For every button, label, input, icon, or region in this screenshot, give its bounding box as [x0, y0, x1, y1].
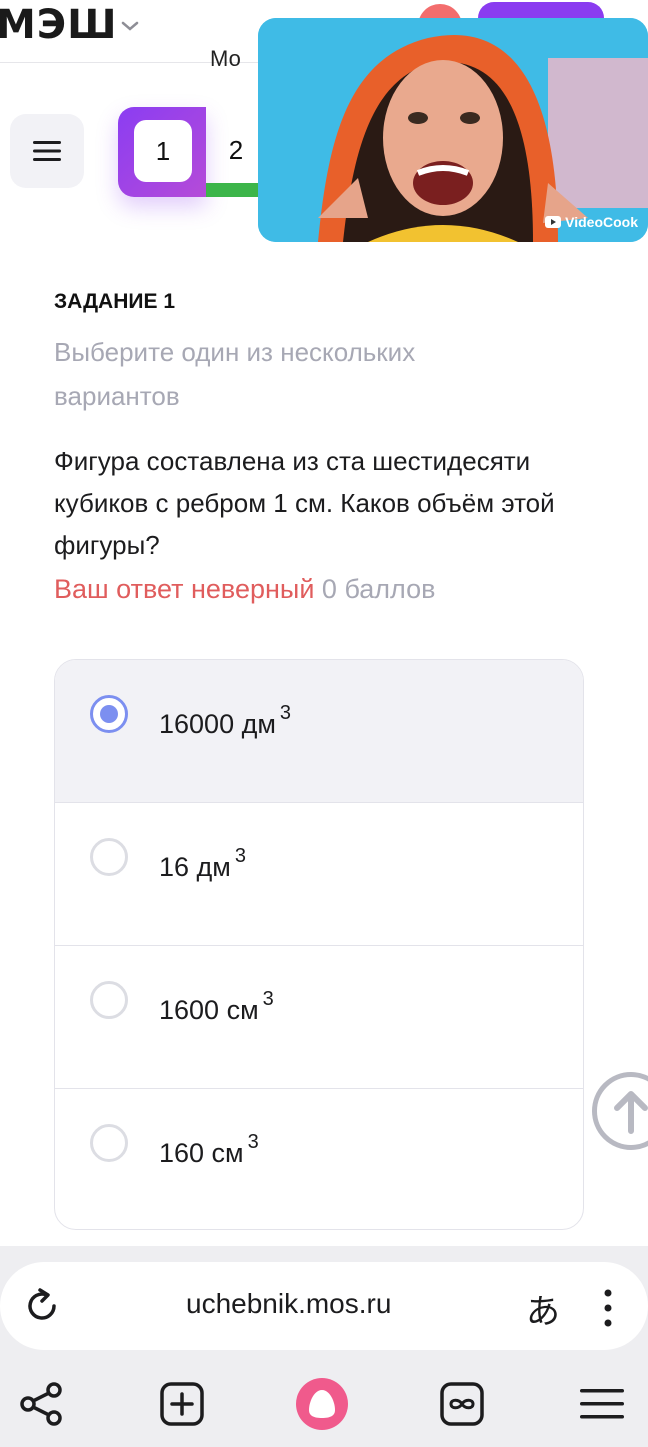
- app-logo[interactable]: МЭШ: [0, 2, 118, 48]
- answer-option-label: 1600 см 3: [159, 988, 274, 1025]
- tabs-icon[interactable]: [438, 1380, 486, 1428]
- radio-unselected[interactable]: [90, 838, 128, 876]
- arrow-up-icon: [614, 1091, 648, 1134]
- radio-selected[interactable]: [90, 695, 128, 733]
- video-frame-image: [258, 18, 648, 242]
- translate-icon[interactable]: あ: [526, 1284, 560, 1333]
- answer-option-label: 16000 дм 3: [159, 702, 292, 739]
- video-overlay[interactable]: VideoCook: [258, 18, 648, 242]
- result-score: 0 баллов: [321, 574, 436, 604]
- more-vertical-icon[interactable]: [598, 1288, 618, 1328]
- question-text: Фигура составлена из ста шестидесяти куб…: [54, 446, 555, 560]
- task-hint: Выберите один из нескольких вариантов: [54, 337, 416, 411]
- answer-option[interactable]: 160 см 3: [55, 1089, 583, 1229]
- answer-option[interactable]: 16000 дм 3: [55, 660, 583, 803]
- task-tab-2-status-bar: [206, 183, 266, 197]
- task-tab-1[interactable]: 1: [134, 120, 192, 182]
- browser-bottom-nav: [0, 1370, 648, 1440]
- header-subtitle: Мо: [210, 46, 241, 68]
- result-status: Ваш ответ неверный: [54, 574, 315, 604]
- play-icon: [545, 216, 562, 228]
- answer-option[interactable]: 16 дм 3: [55, 803, 583, 946]
- answer-options: 16000 дм 3 16 дм 3 1600 см 3 160 см 3: [54, 659, 584, 1230]
- answer-option-label: 16 дм 3: [159, 845, 246, 882]
- hamburger-icon: [33, 141, 61, 161]
- task-label: ЗАДАНИЕ 1: [54, 290, 176, 313]
- video-source-label: VideoCook: [545, 214, 638, 230]
- chevron-down-icon[interactable]: [118, 14, 142, 38]
- alice-assistant-icon[interactable]: [294, 1376, 350, 1432]
- share-icon[interactable]: [18, 1380, 66, 1428]
- radio-unselected[interactable]: [90, 981, 128, 1019]
- answer-option-label: 160 см 3: [159, 1131, 259, 1168]
- radio-unselected[interactable]: [90, 1124, 128, 1162]
- url-text[interactable]: uchebnik.mos.ru: [186, 1288, 391, 1320]
- answer-option[interactable]: 1600 см 3: [55, 946, 583, 1089]
- video-source-text: VideoCook: [565, 214, 638, 230]
- task-tab-2[interactable]: 2: [206, 115, 266, 185]
- scroll-to-top-button[interactable]: [592, 1072, 648, 1150]
- new-tab-icon[interactable]: [158, 1380, 206, 1428]
- result-line: Ваш ответ неверный 0 баллов: [54, 574, 435, 605]
- menu-icon[interactable]: [578, 1380, 626, 1428]
- reload-icon[interactable]: [22, 1286, 62, 1326]
- menu-button[interactable]: [10, 114, 84, 188]
